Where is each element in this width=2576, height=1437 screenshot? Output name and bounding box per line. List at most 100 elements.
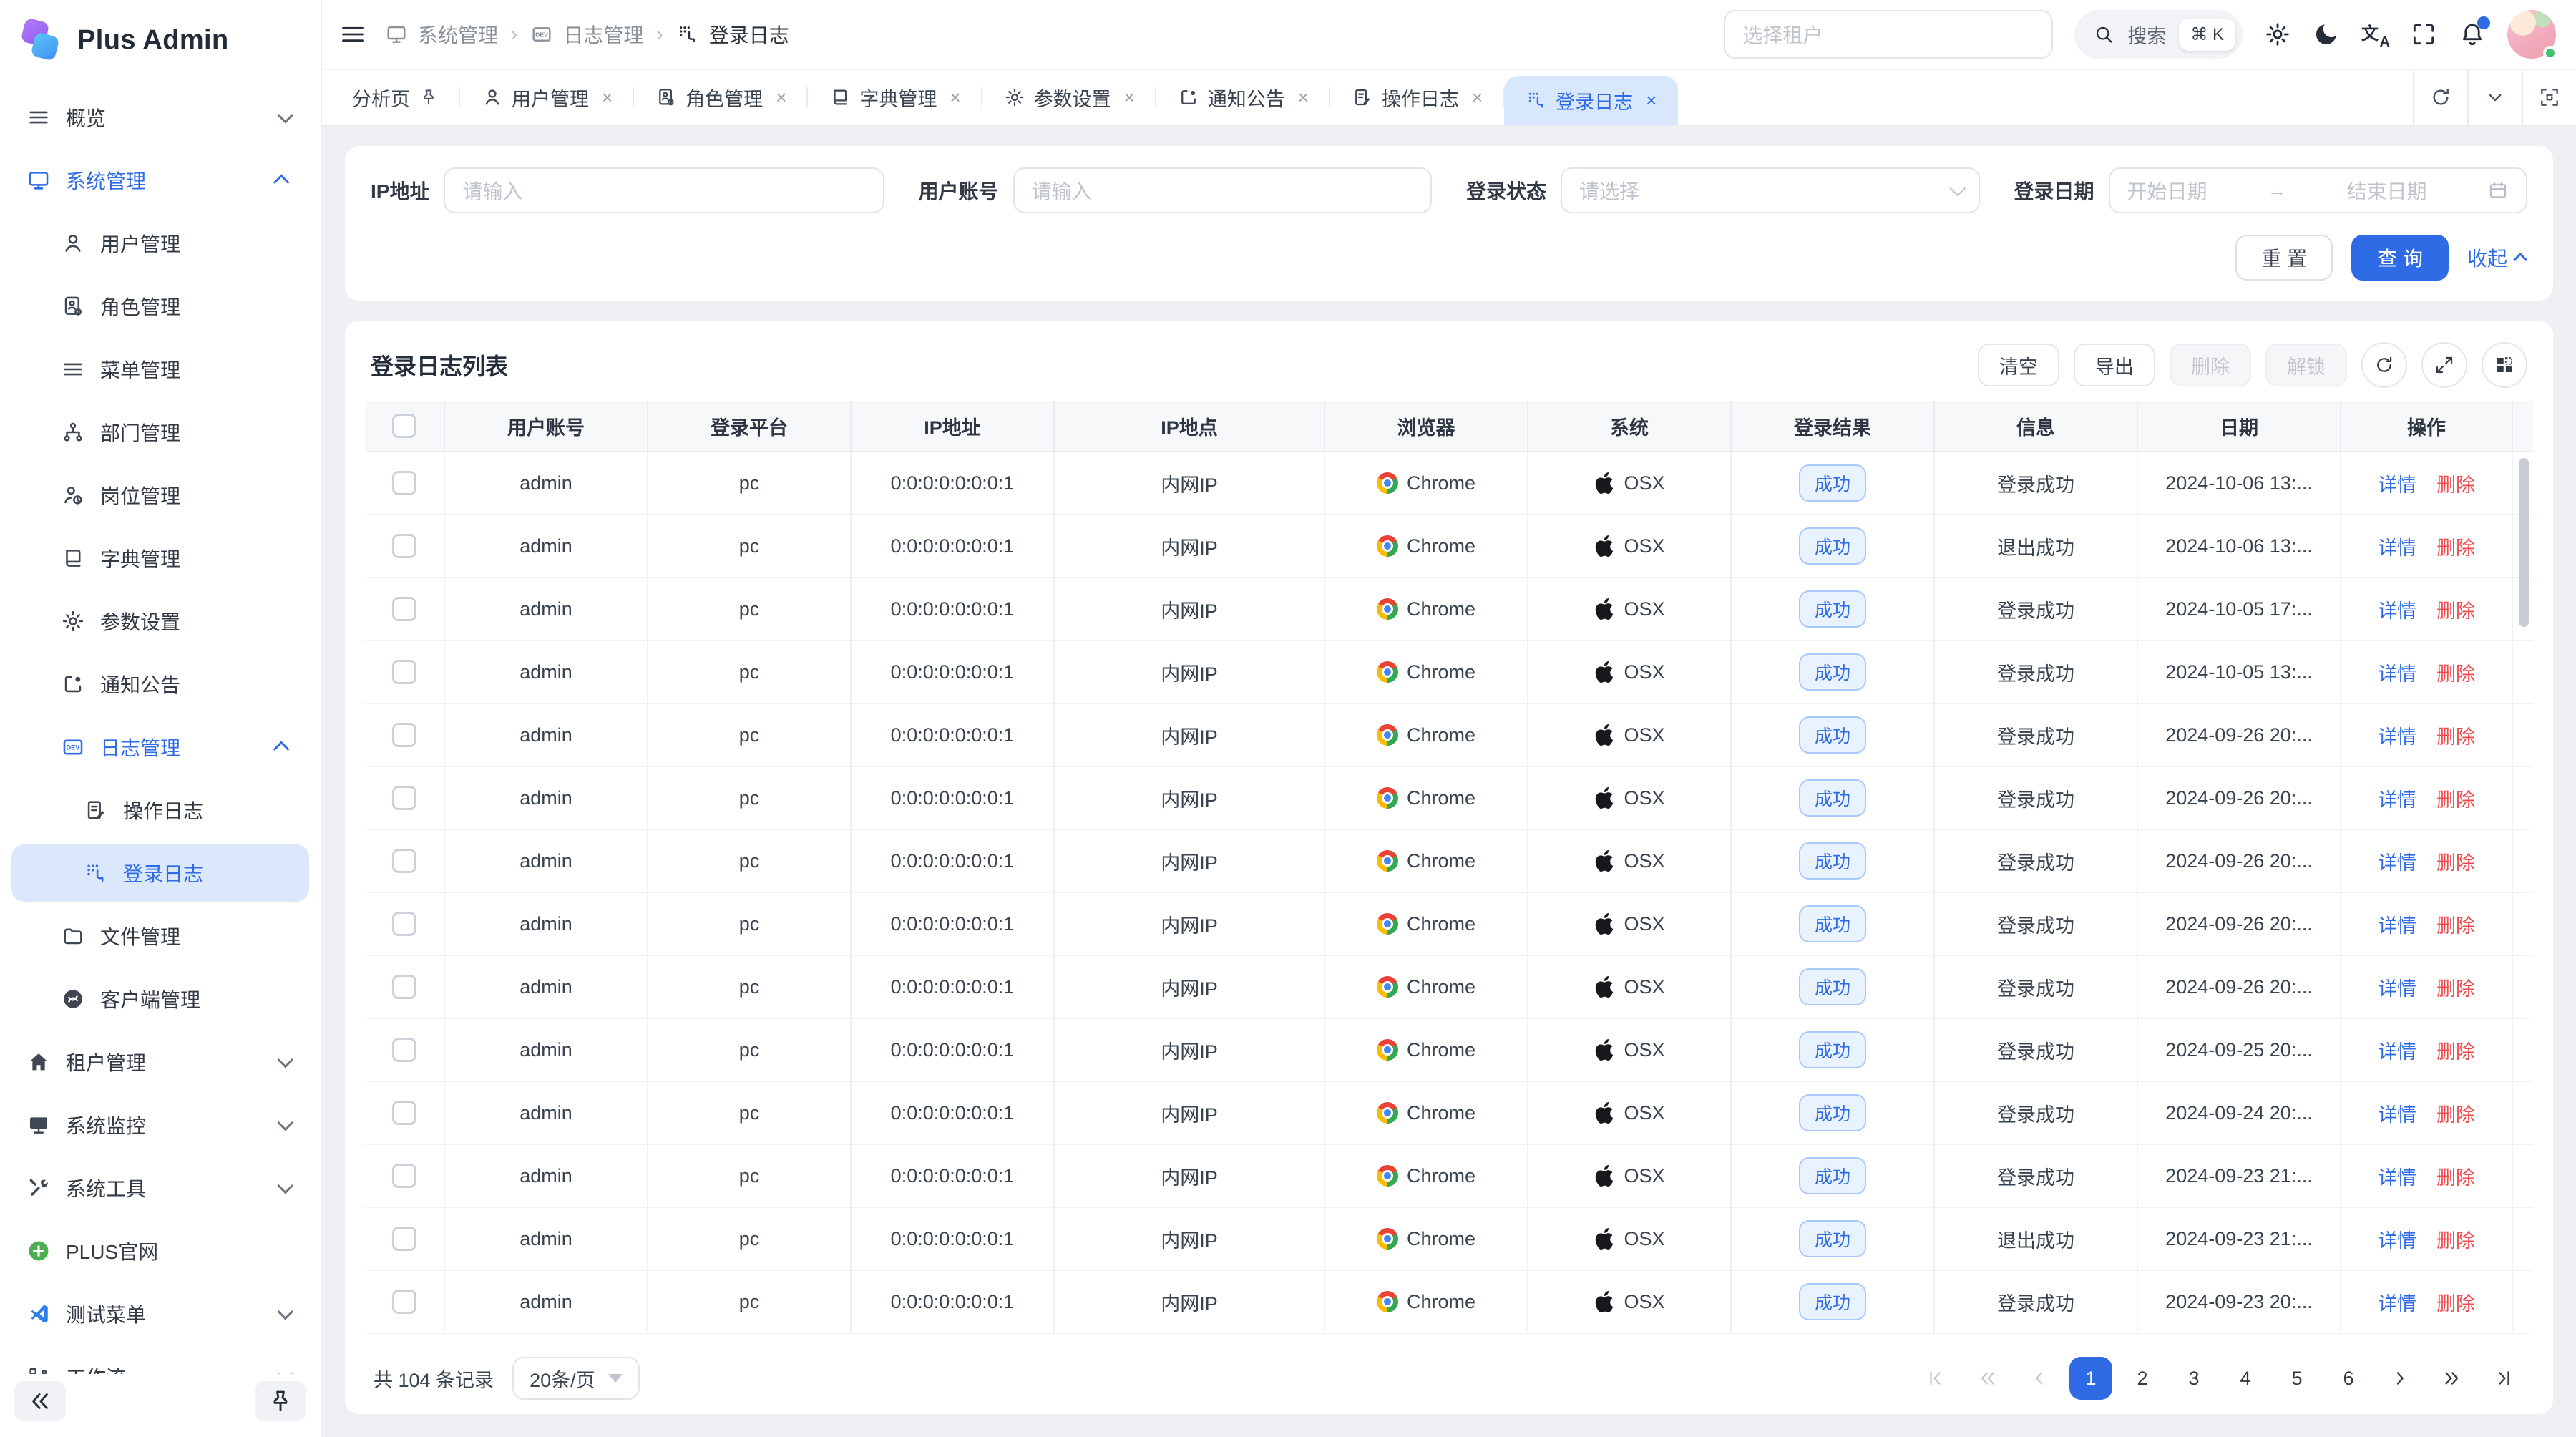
delete-link[interactable]: 删除 bbox=[2436, 1162, 2475, 1190]
sidebar-item-test[interactable]: 测试菜单 bbox=[11, 1285, 309, 1343]
sidebar-item-systool[interactable]: 系统工具 bbox=[11, 1159, 309, 1217]
select-all-checkbox[interactable] bbox=[392, 414, 416, 438]
row-checkbox[interactable] bbox=[392, 723, 416, 747]
page-number-1[interactable]: 1 bbox=[2069, 1357, 2112, 1400]
tabbar-maximize-button[interactable] bbox=[2522, 70, 2576, 125]
close-tab-icon[interactable]: × bbox=[950, 88, 960, 107]
delete-link[interactable]: 删除 bbox=[2436, 1288, 2475, 1316]
detail-link[interactable]: 详情 bbox=[2378, 847, 2416, 875]
delete-link[interactable]: 删除 bbox=[2436, 721, 2475, 749]
delete-link[interactable]: 删除 bbox=[2436, 1099, 2475, 1127]
hamburger-menu-icon[interactable] bbox=[339, 21, 366, 48]
moon-icon[interactable] bbox=[2313, 21, 2340, 48]
sidebar-item-dept[interactable]: 部门管理 bbox=[11, 404, 309, 461]
page-next-more-button[interactable] bbox=[2430, 1357, 2473, 1400]
breadcrumb-item[interactable]: 登录日志 bbox=[676, 20, 789, 49]
row-checkbox[interactable] bbox=[392, 660, 416, 684]
sidebar-item-log[interactable]: DEV日志管理 bbox=[11, 718, 309, 776]
tab-loginlog[interactable]: 登录日志× bbox=[1504, 76, 1678, 125]
detail-link[interactable]: 详情 bbox=[2378, 784, 2416, 812]
table-expand-button[interactable] bbox=[2421, 342, 2467, 388]
tab-notice[interactable]: 通知公告× bbox=[1156, 70, 1330, 125]
sidebar-item-post[interactable]: 岗位管理 bbox=[11, 467, 309, 524]
row-checkbox[interactable] bbox=[392, 1227, 416, 1251]
delete-link[interactable]: 删除 bbox=[2436, 469, 2475, 497]
gear-icon[interactable] bbox=[2264, 21, 2291, 48]
pin-sidebar-button[interactable] bbox=[255, 1381, 306, 1421]
table-scrollbar[interactable] bbox=[2519, 458, 2529, 627]
delete-link[interactable]: 删除 bbox=[2436, 910, 2475, 938]
page-number-4[interactable]: 4 bbox=[2224, 1357, 2267, 1400]
page-number-6[interactable]: 6 bbox=[2327, 1357, 2370, 1400]
detail-link[interactable]: 详情 bbox=[2378, 532, 2416, 560]
delete-link[interactable]: 删除 bbox=[2436, 784, 2475, 812]
sidebar-item-menu[interactable]: 菜单管理 bbox=[11, 341, 309, 398]
row-checkbox[interactable] bbox=[392, 786, 416, 810]
detail-link[interactable]: 详情 bbox=[2378, 721, 2416, 749]
sidebar-item-role[interactable]: 角色管理 bbox=[11, 278, 309, 335]
ip-input[interactable]: 请输入 bbox=[444, 167, 884, 213]
tabbar-refresh-button[interactable] bbox=[2413, 70, 2467, 125]
close-tab-icon[interactable]: × bbox=[1298, 88, 1309, 107]
delete-link[interactable]: 删除 bbox=[2436, 658, 2475, 686]
sidebar-item-overview[interactable]: 概览 bbox=[11, 89, 309, 146]
breadcrumb-item[interactable]: DEV日志管理 bbox=[530, 20, 643, 49]
tab-oplog[interactable]: 操作日志× bbox=[1330, 70, 1504, 125]
row-checkbox[interactable] bbox=[392, 975, 416, 999]
close-tab-icon[interactable]: × bbox=[1472, 88, 1483, 107]
row-checkbox[interactable] bbox=[392, 1290, 416, 1314]
sidebar-item-user[interactable]: 用户管理 bbox=[11, 215, 309, 272]
detail-link[interactable]: 详情 bbox=[2378, 1225, 2416, 1253]
page-number-5[interactable]: 5 bbox=[2275, 1357, 2318, 1400]
table-refresh-button[interactable] bbox=[2361, 342, 2407, 388]
delete-link[interactable]: 删除 bbox=[2436, 595, 2475, 623]
close-tab-icon[interactable]: × bbox=[1124, 88, 1135, 107]
row-checkbox[interactable] bbox=[392, 597, 416, 621]
row-checkbox[interactable] bbox=[392, 1164, 416, 1188]
reset-button[interactable]: 重 置 bbox=[2235, 235, 2333, 281]
sidebar-item-tenant[interactable]: 租户管理 bbox=[11, 1033, 309, 1091]
close-tab-icon[interactable]: × bbox=[602, 88, 613, 107]
sidebar-item-workflow[interactable]: 工作流 bbox=[11, 1348, 309, 1374]
detail-link[interactable]: 详情 bbox=[2378, 1162, 2416, 1190]
detail-link[interactable]: 详情 bbox=[2378, 595, 2416, 623]
status-select[interactable]: 请选择 bbox=[1561, 167, 1979, 213]
delete-link[interactable]: 删除 bbox=[2436, 847, 2475, 875]
sidebar-item-loginlog[interactable]: 登录日志 bbox=[11, 844, 309, 902]
date-range-picker[interactable]: 开始日期→结束日期 bbox=[2109, 167, 2527, 213]
avatar[interactable] bbox=[2507, 10, 2556, 59]
collapse-sidebar-button[interactable] bbox=[14, 1381, 66, 1421]
fullscreen-icon[interactable] bbox=[2410, 21, 2437, 48]
sidebar-item-param[interactable]: 参数设置 bbox=[11, 593, 309, 650]
row-checkbox[interactable] bbox=[392, 912, 416, 936]
page-number-3[interactable]: 3 bbox=[2172, 1357, 2215, 1400]
clear-button[interactable]: 清空 bbox=[1978, 344, 2059, 386]
tab-user[interactable]: 用户管理× bbox=[460, 70, 634, 125]
delete-link[interactable]: 删除 bbox=[2436, 1225, 2475, 1253]
detail-link[interactable]: 详情 bbox=[2378, 973, 2416, 1001]
tab-param[interactable]: 参数设置× bbox=[982, 70, 1156, 125]
page-last-button[interactable] bbox=[2482, 1357, 2524, 1400]
detail-link[interactable]: 详情 bbox=[2378, 1036, 2416, 1064]
global-search-button[interactable]: 搜索 ⌘ K bbox=[2074, 10, 2243, 59]
export-button[interactable]: 导出 bbox=[2074, 344, 2155, 386]
sidebar-item-notice[interactable]: 通知公告 bbox=[11, 656, 309, 713]
tenant-select[interactable]: 选择租户 bbox=[1724, 10, 2053, 59]
breadcrumb-item[interactable]: 系统管理 bbox=[385, 20, 498, 49]
query-button[interactable]: 查 询 bbox=[2351, 235, 2449, 281]
tab-dict[interactable]: 字典管理× bbox=[808, 70, 982, 125]
sidebar-item-plus[interactable]: PLUS官网 bbox=[11, 1222, 309, 1280]
page-number-2[interactable]: 2 bbox=[2121, 1357, 2164, 1400]
close-tab-icon[interactable]: × bbox=[776, 88, 786, 107]
detail-link[interactable]: 详情 bbox=[2378, 1288, 2416, 1316]
tab-role[interactable]: 角色管理× bbox=[634, 70, 808, 125]
sidebar-item-client[interactable]: 客户端管理 bbox=[11, 970, 309, 1028]
delete-link[interactable]: 删除 bbox=[2436, 973, 2475, 1001]
sidebar-item-sysmon[interactable]: 系统监控 bbox=[11, 1096, 309, 1154]
translate-icon[interactable]: 文A bbox=[2361, 21, 2389, 48]
tab-analysis[interactable]: 分析页 bbox=[331, 70, 460, 125]
row-checkbox[interactable] bbox=[392, 1038, 416, 1062]
sidebar-item-file[interactable]: 文件管理 bbox=[11, 907, 309, 965]
row-checkbox[interactable] bbox=[392, 534, 416, 558]
detail-link[interactable]: 详情 bbox=[2378, 658, 2416, 686]
